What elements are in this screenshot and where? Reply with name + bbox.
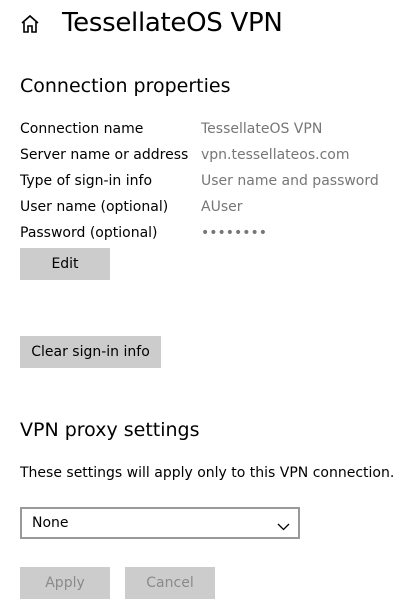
property-value: vpn.tessellateos.com xyxy=(201,147,350,163)
connection-properties-heading: Connection properties xyxy=(20,75,231,97)
property-row-server: Server name or address vpn.tessellateos.… xyxy=(20,142,400,168)
home-icon[interactable] xyxy=(19,13,41,35)
property-value: TessellateOS VPN xyxy=(201,121,323,137)
property-row-connection-name: Connection name TessellateOS VPN xyxy=(20,116,400,142)
dropdown-selected-value: None xyxy=(32,515,69,531)
property-row-sign-in-type: Type of sign-in info User name and passw… xyxy=(20,168,400,194)
property-row-password: Password (optional) •••••••• xyxy=(20,220,400,246)
property-label: Type of sign-in info xyxy=(20,173,153,189)
property-label: Connection name xyxy=(20,121,144,137)
property-label: User name (optional) xyxy=(20,199,169,215)
proxy-description: These settings will apply only to this V… xyxy=(20,465,395,481)
proxy-type-dropdown[interactable]: None xyxy=(20,507,300,539)
connection-properties-list: Connection name TessellateOS VPN Server … xyxy=(20,116,400,246)
cancel-button[interactable]: Cancel xyxy=(125,567,215,599)
property-value: User name and password xyxy=(201,173,379,189)
clear-sign-in-info-button[interactable]: Clear sign-in info xyxy=(20,336,161,368)
property-value: •••••••• xyxy=(201,225,268,241)
page-title: TessellateOS VPN xyxy=(62,8,283,38)
vpn-proxy-settings-heading: VPN proxy settings xyxy=(20,419,200,441)
property-value: AUser xyxy=(201,199,243,215)
chevron-down-icon xyxy=(277,517,290,531)
property-row-user-name: User name (optional) AUser xyxy=(20,194,400,220)
apply-button[interactable]: Apply xyxy=(20,567,110,599)
property-label: Password (optional) xyxy=(20,225,158,241)
edit-button[interactable]: Edit xyxy=(20,248,110,280)
property-label: Server name or address xyxy=(20,147,189,163)
